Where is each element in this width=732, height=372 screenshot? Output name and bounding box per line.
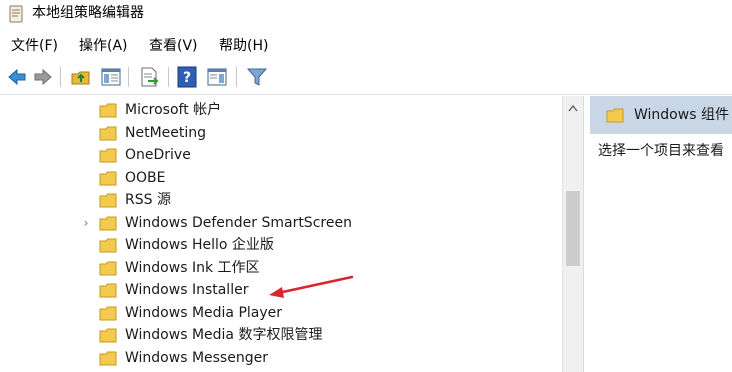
toolbar-separator: [236, 67, 237, 87]
forward-arrow-icon[interactable]: [32, 66, 54, 88]
folder-icon: [99, 238, 117, 253]
app-scroll-icon: [9, 5, 23, 23]
tree-item-label: Windows Media 数字权限管理: [125, 327, 323, 343]
folder-icon: [99, 306, 117, 320]
tree-item[interactable]: Windows Messenger: [80, 347, 550, 369]
menu-action[interactable]: 操作(A): [78, 35, 129, 57]
folder-icon: [99, 283, 117, 298]
back-arrow-icon[interactable]: [6, 66, 28, 88]
tree-item-label: Windows Messenger: [125, 349, 268, 366]
tree-item-label: Windows Installer: [125, 282, 249, 298]
folder-icon: [99, 351, 117, 365]
title-bar: 本地组策略编辑器: [0, 0, 732, 28]
tree-item[interactable]: NetMeeting: [80, 122, 550, 144]
folder-icon: [99, 328, 117, 343]
tree-scrollbar[interactable]: [562, 96, 583, 372]
folder-icon: [99, 126, 117, 140]
menu-view[interactable]: 查看(V): [148, 35, 199, 57]
folder-icon: [99, 193, 117, 208]
toolbar: ?: [0, 60, 732, 95]
tree-item-label: OOBE: [125, 169, 166, 186]
chevron-right-icon[interactable]: ›: [80, 216, 92, 230]
tree-item-label: Windows Media Player: [125, 304, 283, 321]
details-title: Windows 组件: [634, 107, 729, 123]
menu-bar: 文件(F) 操作(A) 查看(V) 帮助(H): [0, 35, 732, 57]
tree-item-label: Windows Defender SmartScreen: [125, 214, 352, 231]
tree-item[interactable]: OneDrive: [80, 144, 550, 166]
tree-item-label: RSS 源: [125, 192, 171, 208]
folder-icon: [99, 261, 117, 275]
folder-icon: [99, 216, 117, 230]
tree-item-label: OneDrive: [125, 147, 191, 163]
folder-icon: [606, 108, 624, 123]
folder-icon: [99, 171, 117, 185]
toolbar-separator: [60, 67, 61, 87]
tree-item[interactable]: OOBE: [80, 167, 550, 189]
export-list-icon[interactable]: [138, 66, 160, 88]
window-title: 本地组策略编辑器: [32, 5, 144, 21]
console-tree[interactable]: Microsoft 帐户 NetMeeting OneDrive OOBE RSS 源 ›…: [0, 96, 562, 372]
tree-item-label: Windows Ink 工作区: [125, 259, 260, 276]
tree-item-label: Microsoft 帐户: [125, 102, 222, 118]
svg-text:?: ?: [183, 70, 191, 86]
menu-help[interactable]: 帮助(H): [218, 35, 269, 57]
tree-item[interactable]: Microsoft 帐户: [80, 99, 550, 121]
tree-item[interactable]: Windows Hello 企业版: [80, 234, 550, 256]
filter-icon[interactable]: [246, 66, 268, 88]
menu-file[interactable]: 文件(F): [10, 35, 59, 57]
folder-icon: [99, 148, 117, 163]
annotation-arrow-icon: [269, 275, 354, 298]
details-description: 选择一个项目来查看: [598, 143, 724, 159]
tree-item[interactable]: › Windows Defender SmartScreen: [80, 212, 550, 234]
toolbar-separator: [128, 67, 129, 87]
toolbar-separator: [168, 67, 169, 87]
details-pane: Windows 组件 选择一个项目来查看: [590, 96, 732, 372]
scroll-up-arrow-icon[interactable]: [568, 104, 578, 112]
show-hide-console-tree-icon[interactable]: [100, 66, 122, 88]
up-folder-icon[interactable]: [70, 66, 92, 88]
help-icon[interactable]: ?: [176, 66, 198, 88]
tree-item-label: Windows Hello 企业版: [125, 237, 274, 253]
scrollbar-thumb[interactable]: [566, 191, 580, 266]
details-header: Windows 组件: [590, 96, 732, 134]
folder-icon: [99, 103, 117, 118]
tree-item-label: NetMeeting: [125, 124, 207, 141]
tree-item[interactable]: Windows Media 数字权限管理: [80, 324, 550, 346]
show-hide-action-pane-icon[interactable]: [206, 66, 228, 88]
tree-item[interactable]: RSS 源: [80, 189, 550, 211]
tree-item[interactable]: Windows Media Player: [80, 302, 550, 324]
